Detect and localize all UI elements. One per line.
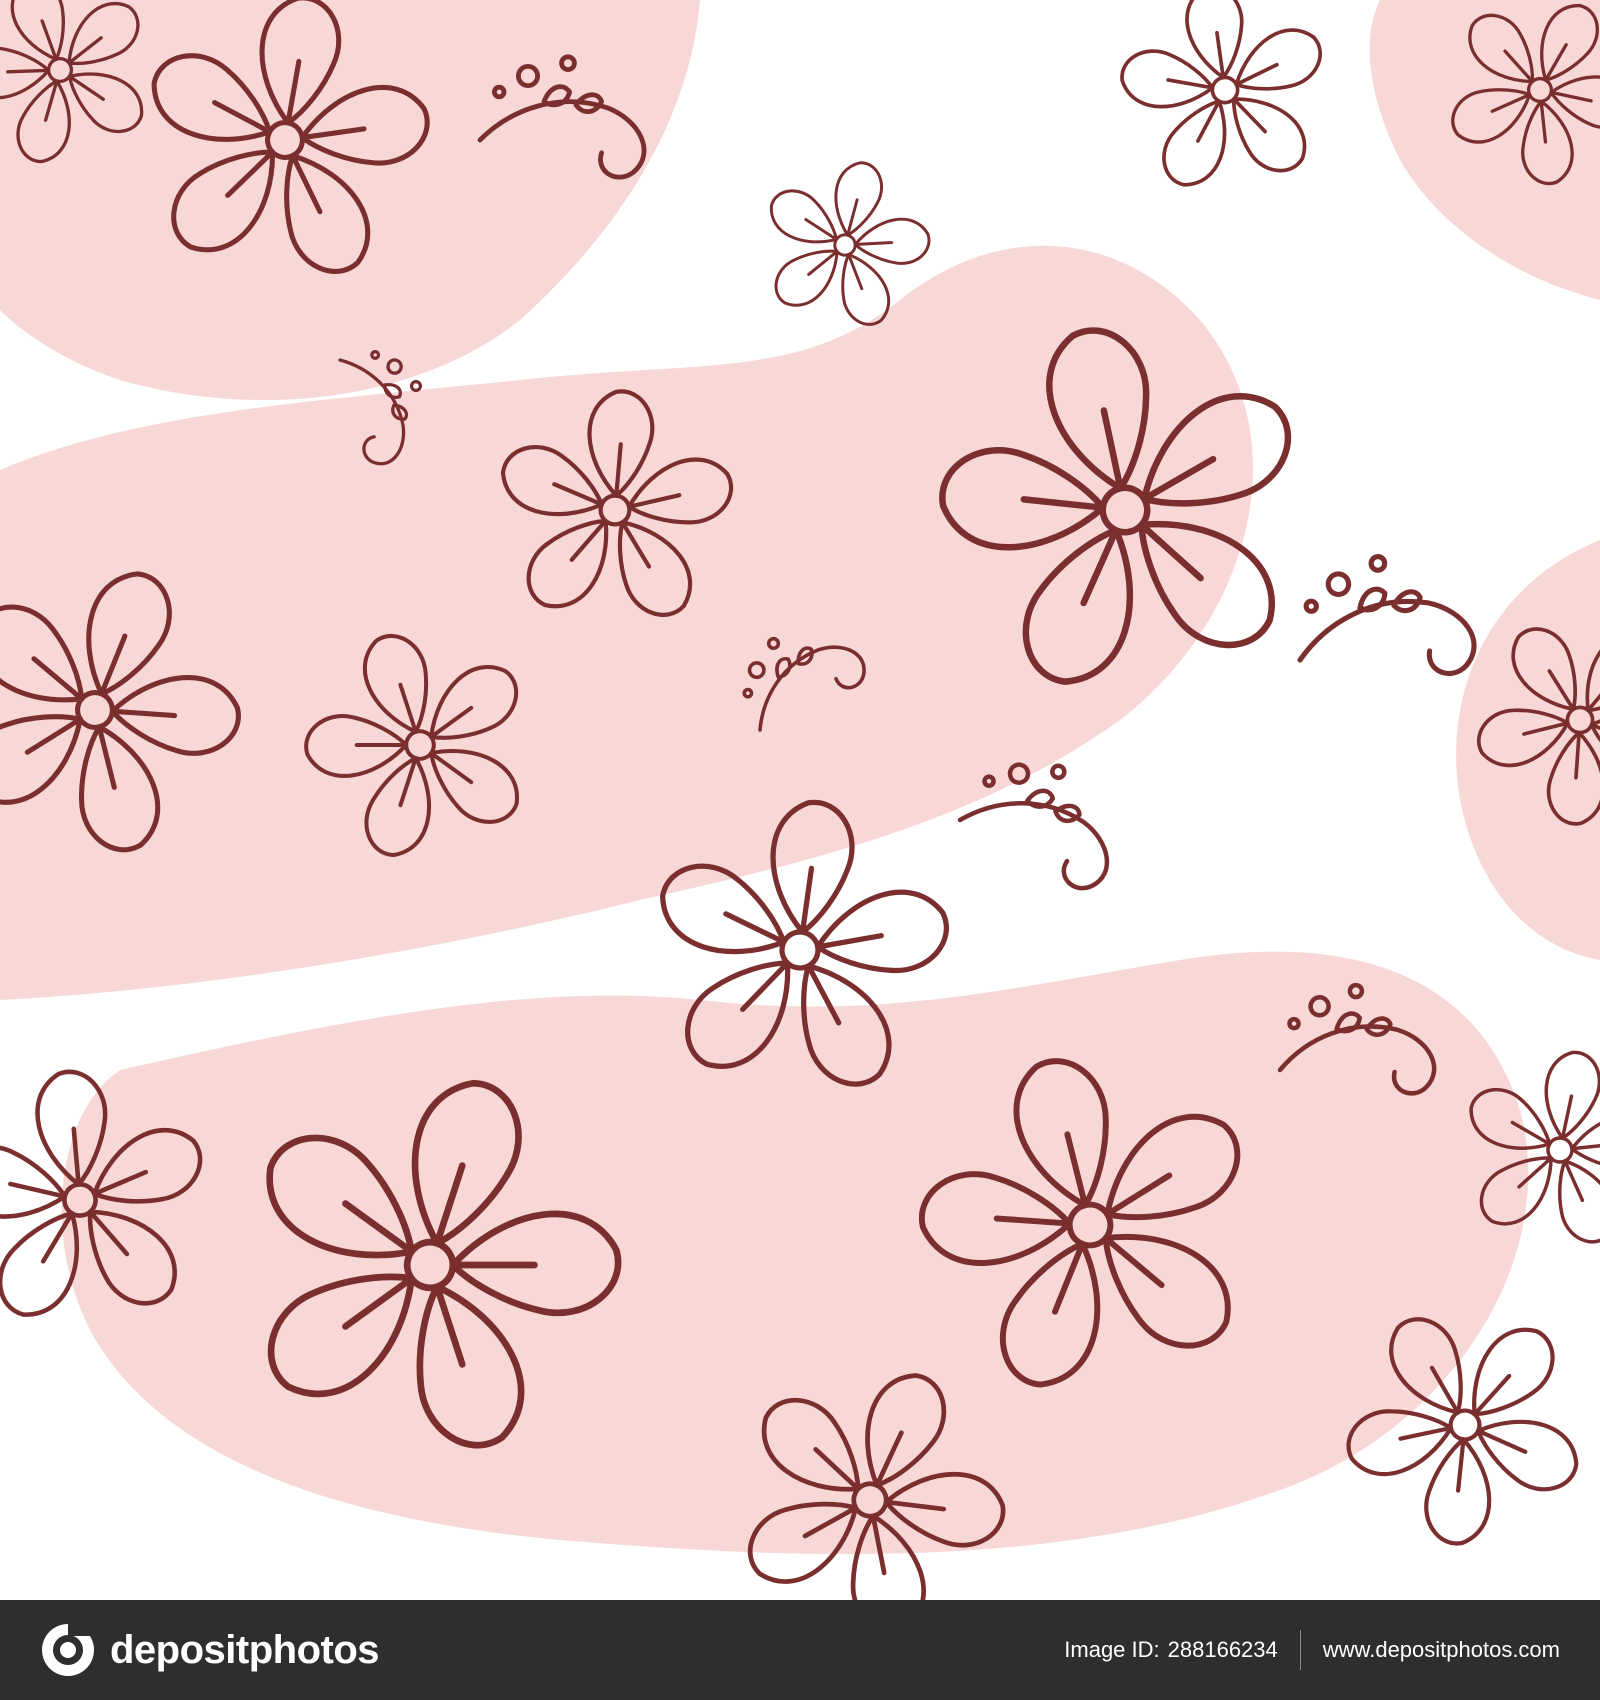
brand[interactable]: depositphotos (40, 1622, 380, 1678)
floral-pattern-artwork (0, 0, 1600, 1600)
blob-bottom (61, 951, 1529, 1555)
brand-name: depositphotos (110, 1627, 380, 1672)
image-id-label: Image ID: (1064, 1637, 1160, 1662)
website-link[interactable]: www.depositphotos.com (1323, 1637, 1560, 1663)
pink-blobs (0, 0, 1600, 1555)
stock-footer-bar: depositphotos Image ID: 288166234 www.de… (0, 1600, 1600, 1700)
image-meta: Image ID: 288166234 www.depositphotos.co… (1064, 1630, 1560, 1670)
flower-outline (1102, 0, 1347, 207)
meta-divider (1299, 1630, 1301, 1670)
sprig-outline (1285, 543, 1479, 699)
depositphotos-logo-icon (42, 1624, 94, 1676)
image-id-value: 288166234 (1167, 1637, 1278, 1662)
